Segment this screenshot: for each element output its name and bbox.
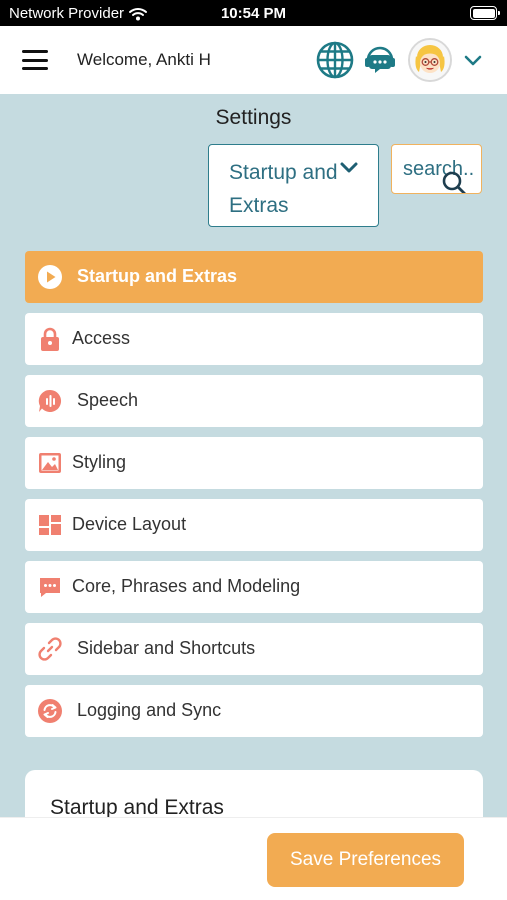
welcome-text: Welcome, Ankti H <box>77 50 211 69</box>
app-header: Welcome, Ankti H <box>0 26 507 94</box>
category-select-value: Startup and Extras <box>229 161 338 217</box>
menu-item-label: Core, Phrases and Modeling <box>72 576 301 596</box>
battery-icon <box>470 6 500 20</box>
speech-icon <box>38 389 62 412</box>
menu-item-startup-and-extras[interactable]: Startup and Extras <box>25 251 483 303</box>
status-bar: Network Provider 10:54 PM <box>0 0 507 26</box>
menu-item-device-layout[interactable]: Device Layout <box>25 499 483 551</box>
save-preferences-button[interactable]: Save Preferences <box>267 833 464 887</box>
image-icon <box>39 453 61 473</box>
category-select[interactable]: Startup and Extras <box>208 144 379 227</box>
play-circle-icon <box>38 265 62 289</box>
user-avatar[interactable] <box>408 38 452 82</box>
chevron-down-icon <box>340 162 358 173</box>
sync-icon <box>38 699 62 723</box>
menu-item-sidebar-shortcuts[interactable]: Sidebar and Shortcuts <box>25 623 483 675</box>
menu-item-speech[interactable]: Speech <box>25 375 483 427</box>
menu-item-logging-sync[interactable]: Logging and Sync <box>25 685 483 737</box>
page-title: Settings <box>215 106 292 129</box>
menu-item-styling[interactable]: Styling <box>25 437 483 489</box>
menu-item-label: Logging and Sync <box>77 700 222 720</box>
clock: 10:54 PM <box>220 5 287 22</box>
menu-item-label: Access <box>72 328 131 348</box>
chevron-down-icon[interactable] <box>463 52 483 68</box>
menu-item-label: Styling <box>72 452 127 472</box>
search-input[interactable] <box>392 145 481 193</box>
battery-level <box>472 8 495 18</box>
search-box <box>391 144 482 194</box>
menu-item-label: Startup and Extras <box>77 266 238 286</box>
message-icon <box>40 578 60 597</box>
menu-item-access[interactable]: Access <box>25 313 483 365</box>
layout-icon <box>39 515 61 535</box>
footer-bar: Save Preferences <box>0 817 507 900</box>
menu-item-label: Speech <box>77 390 139 410</box>
link-icon <box>38 637 62 661</box>
lock-icon <box>41 327 59 351</box>
globe-icon[interactable] <box>315 40 355 80</box>
menu-icon[interactable] <box>22 50 48 70</box>
menu-item-core-phrases-modeling[interactable]: Core, Phrases and Modeling <box>25 561 483 613</box>
avatar-face-icon <box>410 40 450 80</box>
menu-item-label: Device Layout <box>72 514 187 534</box>
support-chat-icon[interactable] <box>363 43 397 77</box>
menu-item-label: Sidebar and Shortcuts <box>77 638 256 658</box>
